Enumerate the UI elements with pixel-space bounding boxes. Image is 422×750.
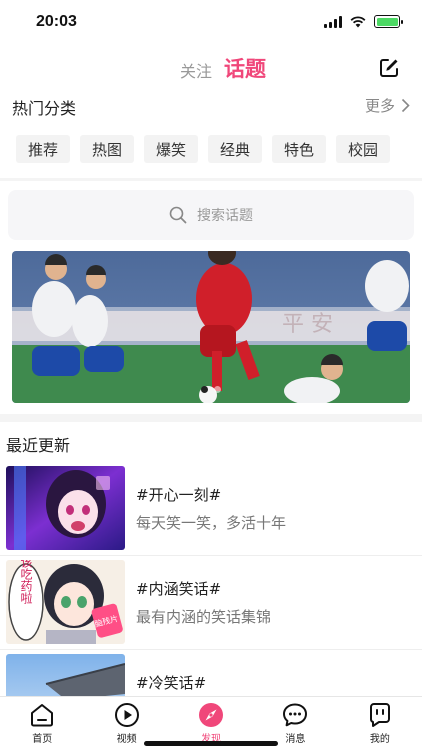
chip-campus[interactable]: 校园	[336, 135, 390, 163]
topic-title: #开心一刻#	[136, 486, 222, 504]
home-icon	[31, 704, 54, 727]
play-icon	[114, 703, 139, 727]
hot-categories-title: 热门分类	[12, 99, 77, 118]
chip-funny[interactable]: 爆笑	[144, 135, 198, 163]
compass-icon	[199, 703, 224, 727]
search-bar[interactable]: 搜索话题	[8, 190, 414, 240]
anime-girl-image	[6, 466, 125, 550]
profile-icon	[369, 703, 390, 727]
topic-desc: 最有内涵的笑话集锦	[136, 608, 272, 626]
football-match-image: 平 安	[12, 251, 410, 403]
tab-messages-label: 消息	[285, 734, 306, 745]
section-divider	[0, 414, 422, 422]
thumbnail	[6, 466, 125, 550]
tab-topics[interactable]: 话题	[224, 53, 266, 83]
search-placeholder: 搜索话题	[197, 208, 253, 224]
chip-featured[interactable]: 特色	[272, 135, 326, 163]
banner-carousel[interactable]: 平 安	[12, 251, 410, 403]
carousel-dot-active[interactable]	[201, 386, 208, 393]
chevron-right-icon	[401, 98, 410, 113]
status-icons	[324, 15, 403, 28]
more-label: 更多	[364, 97, 395, 115]
tab-profile[interactable]: 我的	[338, 697, 422, 750]
hot-categories-header: 热门分类 更多	[12, 93, 410, 118]
status-time: 20:03	[36, 13, 77, 30]
carousel-dot[interactable]	[214, 386, 221, 393]
carousel-dots	[201, 386, 221, 393]
wifi-icon	[350, 15, 366, 27]
home-indicator	[144, 741, 278, 746]
topic-title: #内涵笑话#	[136, 580, 222, 598]
more-button[interactable]: 更多	[365, 95, 410, 116]
battery-icon	[374, 15, 403, 28]
thumb-bubble-text: 该吃药啦	[19, 560, 33, 604]
edit-icon[interactable]	[378, 57, 400, 79]
search-icon	[169, 206, 187, 224]
divider	[0, 178, 422, 181]
thumbnail: 该吃药啦 脑残片	[6, 560, 125, 644]
recent-updates-title: 最近更新	[6, 436, 71, 455]
chat-icon	[283, 703, 308, 727]
topic-title: #冷笑话#	[136, 674, 207, 692]
tab-home-label: 首页	[32, 734, 53, 745]
category-chips: 推荐 热图 爆笑 经典 特色 校园	[16, 135, 390, 163]
svg-text:平 安: 平 安	[282, 312, 333, 337]
topic-desc: 每天笑一笑，多活十年	[136, 514, 287, 532]
chip-recommend[interactable]: 推荐	[16, 135, 70, 163]
header: 关注 话题	[0, 48, 422, 88]
chip-hot-pics[interactable]: 热图	[80, 135, 134, 163]
tab-home[interactable]: 首页	[0, 697, 84, 750]
list-item[interactable]: 该吃药啦 脑残片 #内涵笑话# 最有内涵的笑话集锦	[0, 556, 422, 650]
list-item[interactable]: #开心一刻# 每天笑一笑，多活十年	[0, 462, 422, 556]
tab-profile-label: 我的	[369, 734, 390, 745]
anime-girl-medicine-image: 该吃药啦 脑残片	[6, 560, 125, 644]
chip-classic[interactable]: 经典	[208, 135, 262, 163]
signal-icon	[324, 15, 342, 28]
tab-follow[interactable]: 关注	[180, 58, 212, 82]
tab-video-label: 视频	[116, 734, 137, 745]
status-bar: 20:03	[0, 0, 422, 44]
